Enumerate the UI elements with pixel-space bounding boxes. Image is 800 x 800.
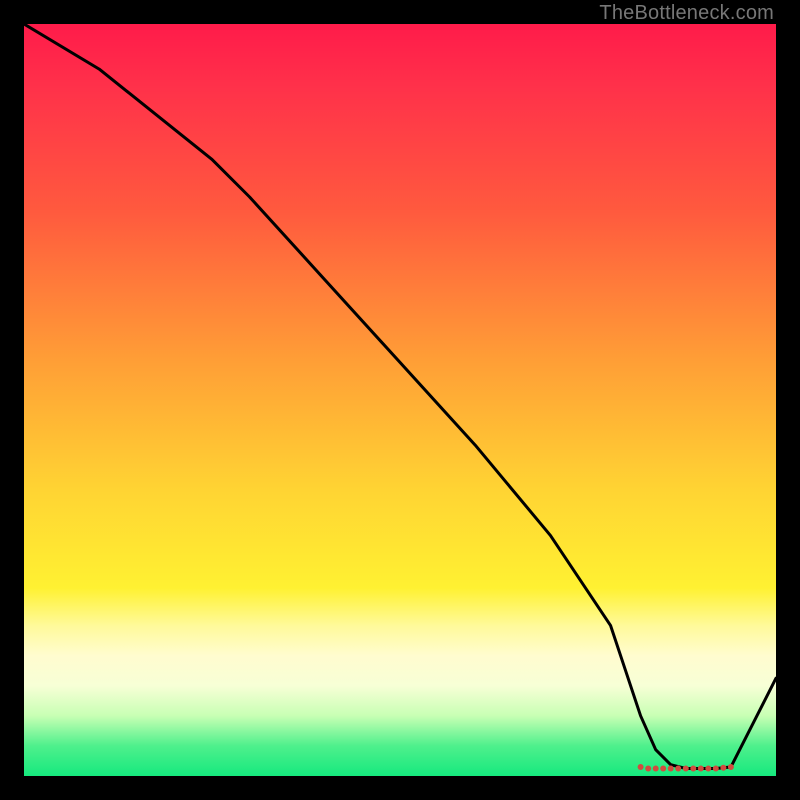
chart-frame bbox=[24, 24, 776, 776]
watermark-text: TheBottleneck.com bbox=[599, 2, 774, 25]
chart-gradient-background bbox=[24, 24, 776, 776]
